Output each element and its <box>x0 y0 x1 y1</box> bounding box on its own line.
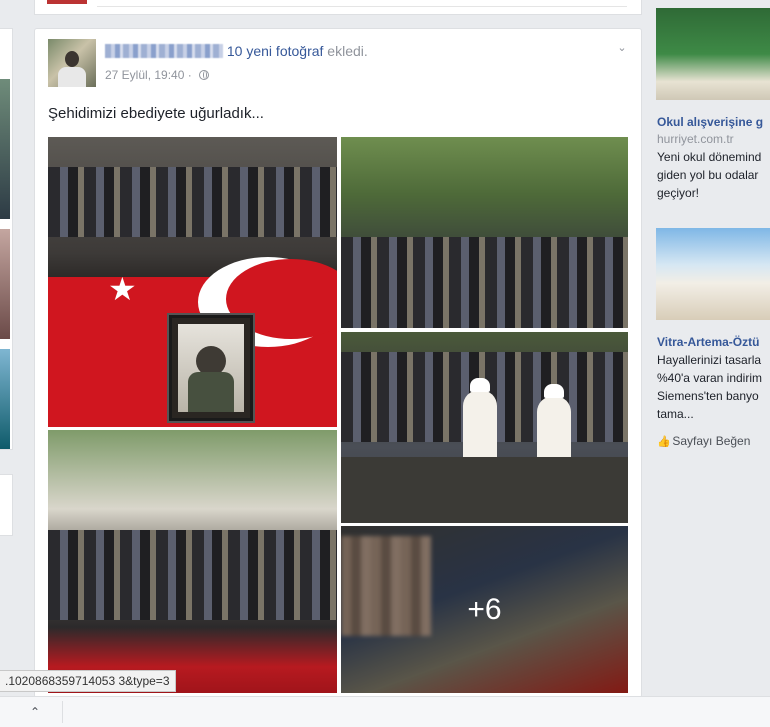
ad-text-line: Hayallerinizi tasarla <box>657 353 762 367</box>
ad-image[interactable] <box>656 228 770 320</box>
action-suffix: ekledi. <box>323 43 368 59</box>
photo-crowd <box>48 530 337 620</box>
photo-crowd <box>48 167 337 237</box>
left-column-edge <box>0 0 14 726</box>
left-column-thumb[interactable] <box>0 349 10 449</box>
author-avatar[interactable] <box>48 39 96 87</box>
photo-imam-hat <box>544 384 564 398</box>
chevron-up-icon[interactable]: ⌃ <box>26 703 44 721</box>
status-bar-url: .1020868359714053 3&type=3 <box>0 670 176 692</box>
avatar-body <box>58 67 86 87</box>
ad-domain[interactable]: hurriyet.com.tr <box>657 132 734 146</box>
previous-post-image-edge <box>47 0 87 4</box>
photo-crowd-trees[interactable] <box>341 137 628 328</box>
ad-text-line: giden yol bu odalar <box>657 168 759 182</box>
post-meta: 27 Eylül, 19:40 · <box>105 68 210 82</box>
divider <box>97 6 627 7</box>
globe-icon[interactable] <box>199 70 210 80</box>
photo-foreground <box>341 457 628 523</box>
ad-text-line: tama... <box>657 407 694 421</box>
photo-ceremony-street[interactable] <box>48 430 337 693</box>
ad-text-line: %40'a varan indirim <box>657 371 763 385</box>
ad-image[interactable] <box>656 8 770 100</box>
like-page-label: Sayfayı Beğen <box>672 434 751 448</box>
chevron-down-icon[interactable]: ⌄ <box>615 41 629 55</box>
photo-flag-star: ★ <box>108 271 137 307</box>
avatar-head <box>65 51 79 67</box>
thumbs-up-icon: 👍 <box>657 436 671 448</box>
photo-imam-hat <box>470 378 490 392</box>
left-column-thumb[interactable] <box>0 229 10 339</box>
photo-portrait <box>178 324 244 412</box>
photo-imam <box>537 396 571 466</box>
left-column-card <box>0 28 13 450</box>
photo-prayer[interactable] <box>341 332 628 523</box>
ad-text-line: Yeni okul dönemind <box>657 150 762 164</box>
previous-post-edge <box>34 0 642 15</box>
post-message: Şehidimizi ebediyete uğurladık... <box>48 105 264 122</box>
ad-title[interactable]: Okul alışverişine g <box>657 115 763 129</box>
left-column-thumb[interactable] <box>0 79 10 219</box>
photo-portrait-body <box>188 372 234 412</box>
author-name-blurred[interactable] <box>105 44 223 58</box>
photo-crowd <box>341 237 628 328</box>
like-page-button[interactable]: 👍 Sayfayı Beğen <box>657 434 750 448</box>
sponsored-ad: Okul alışverişine g hurriyet.com.tr Yeni… <box>656 8 770 208</box>
more-photos-overlay[interactable]: +6 <box>341 526 628 693</box>
ad-text-line: geçiyor! <box>657 186 700 200</box>
sponsored-ad: Vitra-Artema-Öztü Hayallerinizi tasarla … <box>656 228 770 458</box>
ad-title[interactable]: Vitra-Artema-Öztü <box>657 335 759 349</box>
feed-post: 10 yeni fotoğraf ekledi. 27 Eylül, 19:40… <box>34 28 642 698</box>
photo-more[interactable]: +6 <box>341 526 628 693</box>
ad-text-line: Siemens'ten banyo <box>657 389 759 403</box>
divider <box>62 701 63 723</box>
photo-portrait-frame <box>169 315 253 421</box>
meta-separator: · <box>184 68 196 82</box>
left-column-card <box>0 474 13 536</box>
photo-flag-coffin[interactable]: ★ <box>48 137 337 427</box>
post-timestamp[interactable]: 27 Eylül, 19:40 <box>105 68 184 82</box>
post-header-line: 10 yeni fotoğraf ekledi. <box>105 43 368 59</box>
bottom-bar: ⌃ <box>0 696 770 727</box>
photos-added-link[interactable]: 10 yeni fotoğraf <box>227 43 324 59</box>
